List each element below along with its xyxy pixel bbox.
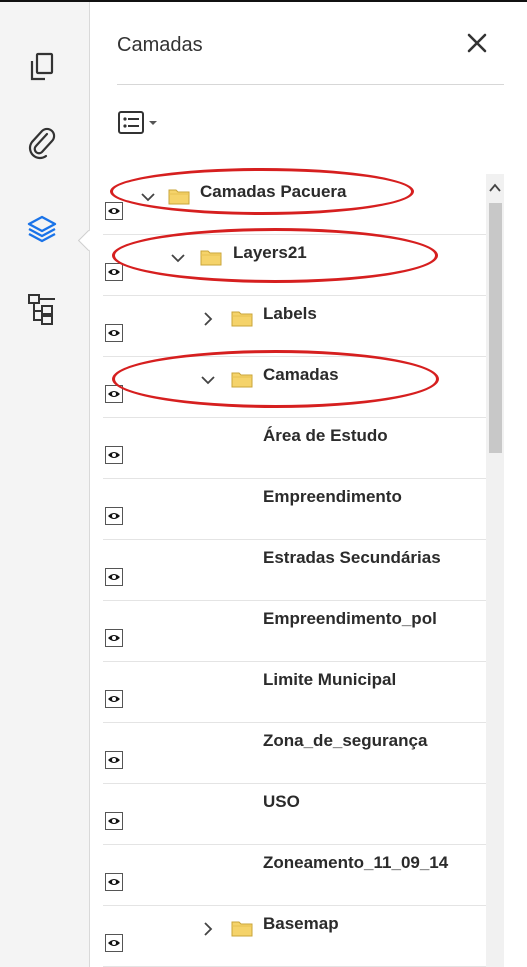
layer-options-icon — [118, 111, 157, 134]
visibility-eye-icon[interactable] — [105, 812, 123, 830]
layer-label: Basemap — [263, 914, 339, 933]
layer-label: USO — [263, 792, 300, 811]
layer-row[interactable]: Empreendimento_pol — [103, 601, 486, 662]
chevron-down-icon[interactable] — [140, 189, 156, 205]
chevron-right-icon[interactable] — [200, 311, 216, 327]
chevron-right-icon[interactable] — [200, 921, 216, 937]
layers-icon[interactable] — [25, 212, 59, 246]
visibility-eye-icon[interactable] — [105, 202, 123, 220]
visibility-eye-icon[interactable] — [105, 568, 123, 586]
folder-icon — [231, 919, 253, 937]
layer-label: Labels — [263, 304, 317, 323]
folder-icon — [200, 248, 222, 266]
layer-tree: Camadas Pacuera Layers21 Labels Camadas Área… — [103, 174, 486, 967]
visibility-eye-icon[interactable] — [105, 446, 123, 464]
visibility-eye-icon[interactable] — [105, 324, 123, 342]
layer-row[interactable]: USO — [103, 784, 486, 845]
rail-divider — [89, 2, 90, 967]
layer-label: Estradas Secundárias — [263, 548, 441, 567]
scroll-up-icon[interactable] — [489, 180, 501, 192]
layer-options-button[interactable] — [118, 109, 178, 137]
visibility-eye-icon[interactable] — [105, 629, 123, 647]
layer-row[interactable]: Layers21 — [103, 235, 486, 296]
pages-icon[interactable] — [25, 50, 59, 84]
visibility-eye-icon[interactable] — [105, 507, 123, 525]
header-divider — [117, 84, 504, 85]
visibility-eye-icon[interactable] — [105, 385, 123, 403]
visibility-eye-icon[interactable] — [105, 263, 123, 281]
folder-icon — [231, 370, 253, 388]
panel-title: Camadas — [117, 34, 203, 56]
folder-icon — [168, 187, 190, 205]
scrollbar-thumb[interactable] — [489, 203, 502, 453]
layer-label: Layers21 — [233, 243, 307, 262]
visibility-eye-icon[interactable] — [105, 751, 123, 769]
chevron-down-icon[interactable] — [170, 250, 186, 266]
model-tree-icon[interactable] — [25, 292, 59, 326]
layer-label: Camadas — [263, 365, 339, 384]
layer-row[interactable]: Zoneamento_11_09_14 — [103, 845, 486, 906]
layer-row[interactable]: Zona_de_segurança — [103, 723, 486, 784]
layer-row[interactable]: Empreendimento — [103, 479, 486, 540]
chevron-down-icon[interactable] — [200, 372, 216, 388]
layer-label: Empreendimento — [263, 487, 402, 506]
layer-row[interactable]: Área de Estudo — [103, 418, 486, 479]
layer-label: Zona_de_segurança — [263, 731, 428, 750]
layer-row[interactable]: Basemap — [103, 906, 486, 967]
layer-row[interactable]: Labels — [103, 296, 486, 357]
layer-label: Camadas Pacuera — [200, 182, 347, 201]
visibility-eye-icon[interactable] — [105, 873, 123, 891]
visibility-eye-icon[interactable] — [105, 934, 123, 952]
layer-row[interactable]: Camadas — [103, 357, 486, 418]
folder-icon — [231, 309, 253, 327]
layer-label: Limite Municipal — [263, 670, 397, 689]
layer-label: Empreendimento_pol — [263, 609, 437, 628]
layer-row[interactable]: Limite Municipal — [103, 662, 486, 723]
close-icon[interactable] — [464, 30, 490, 56]
layer-row[interactable]: Camadas Pacuera — [103, 174, 486, 235]
layer-label: Área de Estudo — [263, 426, 388, 445]
visibility-eye-icon[interactable] — [105, 690, 123, 708]
attachments-icon[interactable] — [25, 126, 59, 160]
layer-label: Zoneamento_11_09_14 — [263, 853, 449, 872]
layer-row[interactable]: Estradas Secundárias — [103, 540, 486, 601]
